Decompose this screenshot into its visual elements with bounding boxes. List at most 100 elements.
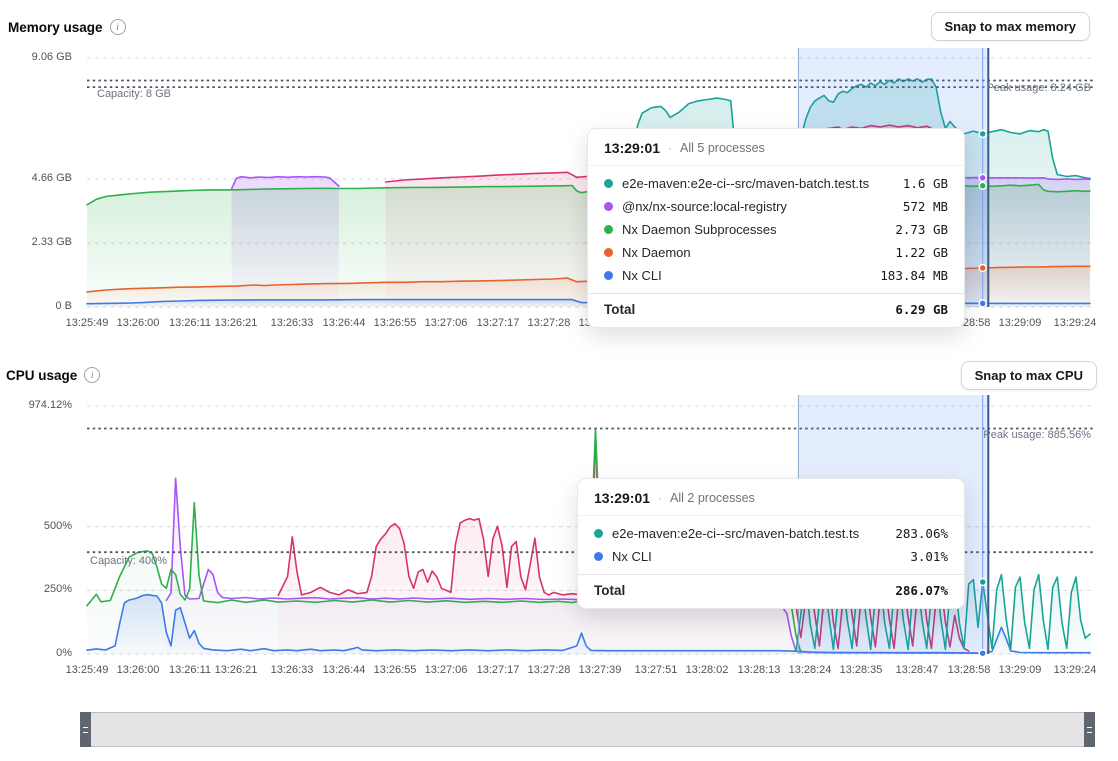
tooltip-rows: e2e-maven:e2e-ci--src/maven-batch.test.t…: [588, 165, 964, 287]
crosshair-dot: [979, 182, 986, 189]
tooltip-subtitle: All 2 processes: [670, 491, 755, 505]
y-axis-tick-label: 500%: [44, 520, 72, 532]
process-name: e2e-maven:e2e-ci--src/maven-batch.test.t…: [612, 526, 886, 541]
y-axis-tick-label: 2.33 GB: [32, 236, 72, 248]
x-axis-tick-label: 13:29:09: [999, 664, 1042, 676]
cpu-info-icon[interactable]: i: [84, 367, 100, 383]
tooltip-header: 13:29:01 · All 5 processes: [588, 129, 964, 165]
memory-info-icon[interactable]: i: [110, 19, 126, 35]
tooltip-row: e2e-maven:e2e-ci--src/maven-batch.test.t…: [578, 522, 964, 545]
process-value: 3.01%: [910, 549, 948, 564]
tooltip-rows: e2e-maven:e2e-ci--src/maven-batch.test.t…: [578, 515, 964, 568]
tooltip-row: @nx/nx-source:local-registry 572 MB: [588, 195, 964, 218]
tooltip-separator: ·: [668, 141, 672, 155]
series-color-dot: [604, 179, 613, 188]
series-color-dot: [604, 202, 613, 211]
tooltip-header: 13:29:01 · All 2 processes: [578, 479, 964, 515]
tooltip-time: 13:29:01: [594, 490, 650, 506]
y-axis-tick-label: 250%: [44, 583, 72, 595]
tooltip-separator: ·: [658, 491, 662, 505]
profiler-page: Memory usage i Snap to max memory 9.06 G…: [0, 0, 1118, 761]
process-value: 283.06%: [895, 526, 948, 541]
x-axis-tick-label: 13:29:09: [999, 317, 1042, 329]
x-axis-tick-label: 13:26:55: [374, 317, 417, 329]
cpu-capacity-label: Capacity: 400%: [90, 555, 167, 567]
x-axis-tick-label: 13:26:11: [169, 317, 211, 329]
x-axis-tick-label: 13:29:24: [1054, 664, 1097, 676]
process-value: 572 MB: [903, 199, 948, 214]
tooltip-total-label: Total: [594, 583, 895, 598]
crosshair-dot: [979, 579, 986, 586]
y-axis-tick-label: 0%: [56, 647, 72, 659]
process-name: Nx CLI: [622, 268, 871, 283]
memory-tooltip: 13:29:01 · All 5 processes e2e-maven:e2e…: [587, 128, 965, 328]
y-axis-tick-label: 974.12%: [29, 399, 72, 411]
x-axis-tick-label: 13:28:13: [738, 664, 781, 676]
tooltip-row: Nx CLI 3.01%: [578, 545, 964, 568]
memory-y-axis: 9.06 GB4.66 GB2.33 GB0 B: [0, 48, 78, 308]
crosshair-dot: [979, 174, 986, 181]
crosshair-dot: [979, 130, 986, 137]
tooltip-total-row: Total 286.07%: [578, 574, 964, 608]
cpu-x-axis: 13:25:4913:26:0013:26:1113:26:2113:26:33…: [87, 664, 1093, 680]
x-axis-tick-label: 13:26:21: [215, 317, 258, 329]
x-axis-tick-label: 13:27:17: [477, 317, 520, 329]
x-axis-tick-label: 13:28:47: [896, 664, 939, 676]
cpu-chart-header: CPU usage i: [6, 367, 100, 383]
series-color-dot: [604, 271, 613, 280]
x-axis-tick-label: 13:27:39: [579, 664, 622, 676]
brush-handle-right[interactable]: [1084, 712, 1095, 747]
crosshair-dot: [979, 650, 986, 657]
memory-capacity-label: Capacity: 8 GB: [97, 88, 171, 100]
x-axis-tick-label: 13:26:00: [117, 664, 160, 676]
tooltip-total-value: 286.07%: [895, 583, 948, 598]
brush-handle-left[interactable]: [80, 712, 91, 747]
tooltip-total-value: 6.29 GB: [895, 302, 948, 317]
x-axis-tick-label: 13:26:21: [215, 664, 258, 676]
cpu-chart-title: CPU usage: [6, 368, 77, 383]
x-axis-tick-label: 13:26:44: [323, 664, 366, 676]
process-value: 2.73 GB: [895, 222, 948, 237]
cpu-y-axis: 974.12%500%250%0%: [0, 395, 78, 655]
series-color-dot: [604, 248, 613, 257]
x-axis-tick-label: 13:26:44: [323, 317, 366, 329]
process-name: @nx/nx-source:local-registry: [622, 199, 894, 214]
process-value: 183.84 MB: [880, 268, 948, 283]
process-value: 1.22 GB: [895, 245, 948, 260]
series-color-dot: [594, 552, 603, 561]
series-color-dot: [604, 225, 613, 234]
x-axis-tick-label: 13:27:17: [477, 664, 520, 676]
tooltip-total-row: Total 6.29 GB: [588, 293, 964, 327]
cpu-tooltip: 13:29:01 · All 2 processes e2e-maven:e2e…: [577, 478, 965, 609]
snap-to-max-memory-button[interactable]: Snap to max memory: [931, 12, 1091, 41]
y-axis-tick-label: 9.06 GB: [32, 51, 72, 63]
tooltip-row: Nx Daemon Subprocesses 2.73 GB: [588, 218, 964, 241]
x-axis-tick-label: 13:26:33: [271, 664, 314, 676]
snap-to-max-cpu-button[interactable]: Snap to max CPU: [961, 361, 1097, 390]
x-axis-tick-label: 13:26:33: [271, 317, 314, 329]
x-axis-tick-label: 13:27:06: [425, 317, 468, 329]
timeline-brush[interactable]: [80, 712, 1095, 747]
grip-icon: [83, 727, 88, 733]
crosshair-dot: [979, 300, 986, 307]
cpu-peak-label: Peak usage: 885.56%: [983, 429, 1091, 441]
process-value: 1.6 GB: [903, 176, 948, 191]
process-name: Nx Daemon Subprocesses: [622, 222, 886, 237]
process-name: Nx Daemon: [622, 245, 886, 260]
x-axis-tick-label: 13:26:55: [374, 664, 417, 676]
tooltip-total-label: Total: [604, 302, 895, 317]
x-axis-tick-label: 13:25:49: [66, 317, 109, 329]
x-axis-tick-label: 13:28:02: [686, 664, 729, 676]
process-name: e2e-maven:e2e-ci--src/maven-batch.test.t…: [622, 176, 894, 191]
tooltip-row: Nx CLI 183.84 MB: [588, 264, 964, 287]
process-name: Nx CLI: [612, 549, 901, 564]
tooltip-row: e2e-maven:e2e-ci--src/maven-batch.test.t…: [588, 172, 964, 195]
tooltip-subtitle: All 5 processes: [680, 141, 765, 155]
memory-chart-header: Memory usage i: [8, 19, 126, 35]
grip-icon: [1087, 727, 1092, 733]
y-axis-tick-label: 4.66 GB: [32, 172, 72, 184]
x-axis-tick-label: 13:28:24: [789, 664, 832, 676]
y-axis-tick-label: 0 B: [55, 300, 72, 312]
x-axis-tick-label: 13:28:58: [948, 664, 991, 676]
series-color-dot: [594, 529, 603, 538]
